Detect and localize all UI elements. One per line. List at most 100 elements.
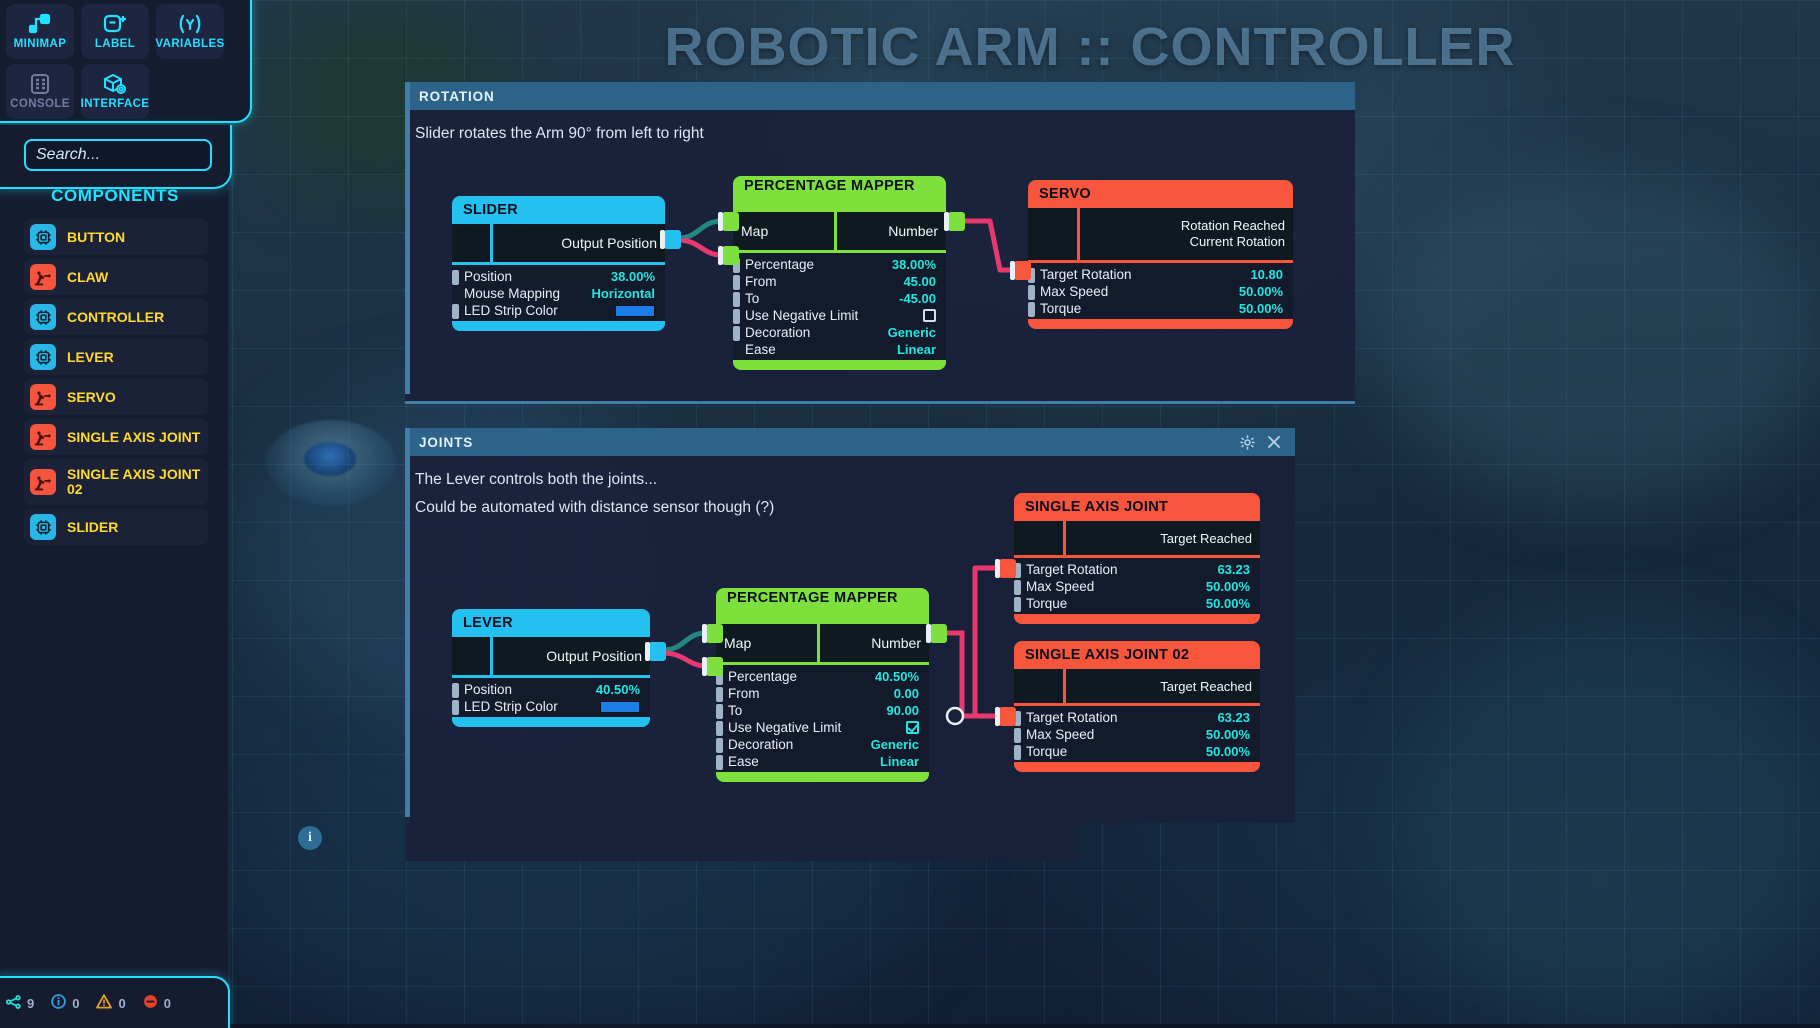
property-port[interactable] xyxy=(733,275,740,290)
chip-icon xyxy=(30,514,56,540)
property-port[interactable] xyxy=(733,326,740,341)
node-title[interactable]: SLIDER xyxy=(452,196,665,224)
property-row[interactable]: Torque50.00% xyxy=(1028,300,1293,317)
property-row[interactable]: Target Rotation10.80 xyxy=(1028,266,1293,283)
node-mapper-joints[interactable]: PERCENTAGE MAPPERMapNumberPercentage40.5… xyxy=(716,588,929,782)
component-item-controller[interactable]: CONTROLLER xyxy=(24,299,208,335)
info-button[interactable]: i xyxy=(298,826,322,850)
property-row[interactable]: Mouse MappingHorizontal xyxy=(452,285,665,302)
property-port[interactable] xyxy=(1014,745,1021,760)
node-socket[interactable] xyxy=(930,624,947,643)
property-port[interactable] xyxy=(716,704,723,719)
property-row[interactable]: LED Strip Color xyxy=(452,302,665,319)
property-port[interactable] xyxy=(452,700,459,715)
node-socket[interactable] xyxy=(706,657,723,676)
node-title[interactable]: SINGLE AXIS JOINT 02 xyxy=(1014,641,1260,669)
property-row[interactable]: EaseLinear xyxy=(733,341,946,358)
property-row[interactable]: Position40.50% xyxy=(452,681,650,698)
property-row[interactable]: Target Rotation63.23 xyxy=(1014,709,1260,726)
property-row[interactable]: EaseLinear xyxy=(716,753,929,770)
search-input[interactable] xyxy=(24,139,212,171)
property-port[interactable] xyxy=(452,683,459,698)
property-row[interactable]: Position38.00% xyxy=(452,268,665,285)
property-row[interactable]: Max Speed50.00% xyxy=(1014,726,1260,743)
property-port[interactable] xyxy=(716,687,723,702)
node-io-row: Output Position xyxy=(452,224,665,262)
node-socket[interactable] xyxy=(948,212,965,231)
property-row[interactable]: From45.00 xyxy=(733,273,946,290)
component-item-slider[interactable]: SLIDER xyxy=(24,509,208,545)
property-port[interactable] xyxy=(1028,302,1035,317)
component-item-single-axis-joint-02[interactable]: SINGLE AXIS JOINT 02 xyxy=(24,459,208,505)
node-io-row: MapNumber xyxy=(733,212,946,250)
property-port[interactable] xyxy=(1014,728,1021,743)
property-row[interactable]: Max Speed50.00% xyxy=(1014,578,1260,595)
node-joint1[interactable]: SINGLE AXIS JOINTTarget ReachedTarget Ro… xyxy=(1014,493,1260,624)
property-port[interactable] xyxy=(733,292,740,307)
color-swatch[interactable] xyxy=(600,701,640,713)
node-lever[interactable]: LEVEROutput PositionPosition40.50%LED St… xyxy=(452,609,650,727)
node-title[interactable]: PERCENTAGE MAPPER xyxy=(733,176,946,212)
node-title[interactable]: SINGLE AXIS JOINT xyxy=(1014,493,1260,521)
node-socket[interactable] xyxy=(706,624,723,643)
status-info[interactable]: 0 xyxy=(51,994,79,1012)
property-port[interactable] xyxy=(733,309,740,324)
property-port[interactable] xyxy=(452,304,459,319)
property-row[interactable]: Torque50.00% xyxy=(1014,595,1260,612)
tool-console[interactable]: CONSOLE xyxy=(6,64,74,119)
checkbox[interactable] xyxy=(923,309,936,322)
property-row[interactable]: Percentage40.50% xyxy=(716,668,929,685)
node-socket[interactable] xyxy=(1014,261,1031,280)
property-port[interactable] xyxy=(716,738,723,753)
tool-minimap[interactable]: MINIMAP xyxy=(6,4,74,59)
node-servo[interactable]: SERVORotation ReachedCurrent RotationTar… xyxy=(1028,180,1293,329)
node-socket[interactable] xyxy=(649,642,666,661)
property-row[interactable]: DecorationGeneric xyxy=(716,736,929,753)
gear-icon[interactable] xyxy=(1240,435,1255,450)
property-row[interactable]: Percentage38.00% xyxy=(733,256,946,273)
status-node-count[interactable]: 9 xyxy=(6,995,34,1012)
tool-label[interactable]: LABEL xyxy=(81,4,149,59)
property-row[interactable]: LED Strip Color xyxy=(452,698,650,715)
node-title[interactable]: PERCENTAGE MAPPER xyxy=(716,588,929,624)
property-port[interactable] xyxy=(716,755,723,770)
property-port[interactable] xyxy=(1014,597,1021,612)
component-item-button[interactable]: BUTTON xyxy=(24,219,208,255)
node-joint2[interactable]: SINGLE AXIS JOINT 02Target ReachedTarget… xyxy=(1014,641,1260,772)
component-item-single-axis-joint[interactable]: SINGLE AXIS JOINT xyxy=(24,419,208,455)
node-slider[interactable]: SLIDEROutput Position Position38.00%Mouse… xyxy=(452,196,665,331)
property-row[interactable]: Target Rotation63.23 xyxy=(1014,561,1260,578)
status-warning[interactable]: 0 xyxy=(96,994,125,1012)
property-row[interactable]: From0.00 xyxy=(716,685,929,702)
node-socket[interactable] xyxy=(999,559,1016,578)
node-socket[interactable] xyxy=(664,230,681,249)
property-row[interactable]: DecorationGeneric xyxy=(733,324,946,341)
panel-joints-header[interactable]: JOINTS xyxy=(405,428,1295,456)
property-row[interactable]: Torque50.00% xyxy=(1014,743,1260,760)
component-item-lever[interactable]: LEVER xyxy=(24,339,208,375)
component-item-claw[interactable]: CLAW xyxy=(24,259,208,295)
property-port[interactable] xyxy=(1014,580,1021,595)
property-row[interactable]: To-45.00 xyxy=(733,290,946,307)
close-icon[interactable] xyxy=(1267,435,1281,449)
checkbox[interactable] xyxy=(906,721,919,734)
property-row[interactable]: Max Speed50.00% xyxy=(1028,283,1293,300)
property-row[interactable]: Use Negative Limit xyxy=(733,307,946,324)
node-title[interactable]: SERVO xyxy=(1028,180,1293,208)
panel-rotation-header[interactable]: ROTATION xyxy=(405,82,1355,110)
node-title[interactable]: LEVER xyxy=(452,609,650,637)
property-row[interactable]: To90.00 xyxy=(716,702,929,719)
tool-interface[interactable]: INTERFACE xyxy=(81,64,149,119)
property-port[interactable] xyxy=(1028,285,1035,300)
status-error[interactable]: 0 xyxy=(143,994,171,1012)
node-socket[interactable] xyxy=(722,246,739,265)
color-swatch[interactable] xyxy=(615,305,655,317)
property-row[interactable]: Use Negative Limit xyxy=(716,719,929,736)
property-port[interactable] xyxy=(452,270,459,285)
node-socket[interactable] xyxy=(999,707,1016,726)
component-item-servo[interactable]: SERVO xyxy=(24,379,208,415)
node-socket[interactable] xyxy=(722,212,739,231)
tool-variables[interactable]: VARIABLES xyxy=(156,4,224,59)
node-mapper-rotation[interactable]: PERCENTAGE MAPPERMapNumber Percentage38.0… xyxy=(733,176,946,370)
property-port[interactable] xyxy=(716,721,723,736)
